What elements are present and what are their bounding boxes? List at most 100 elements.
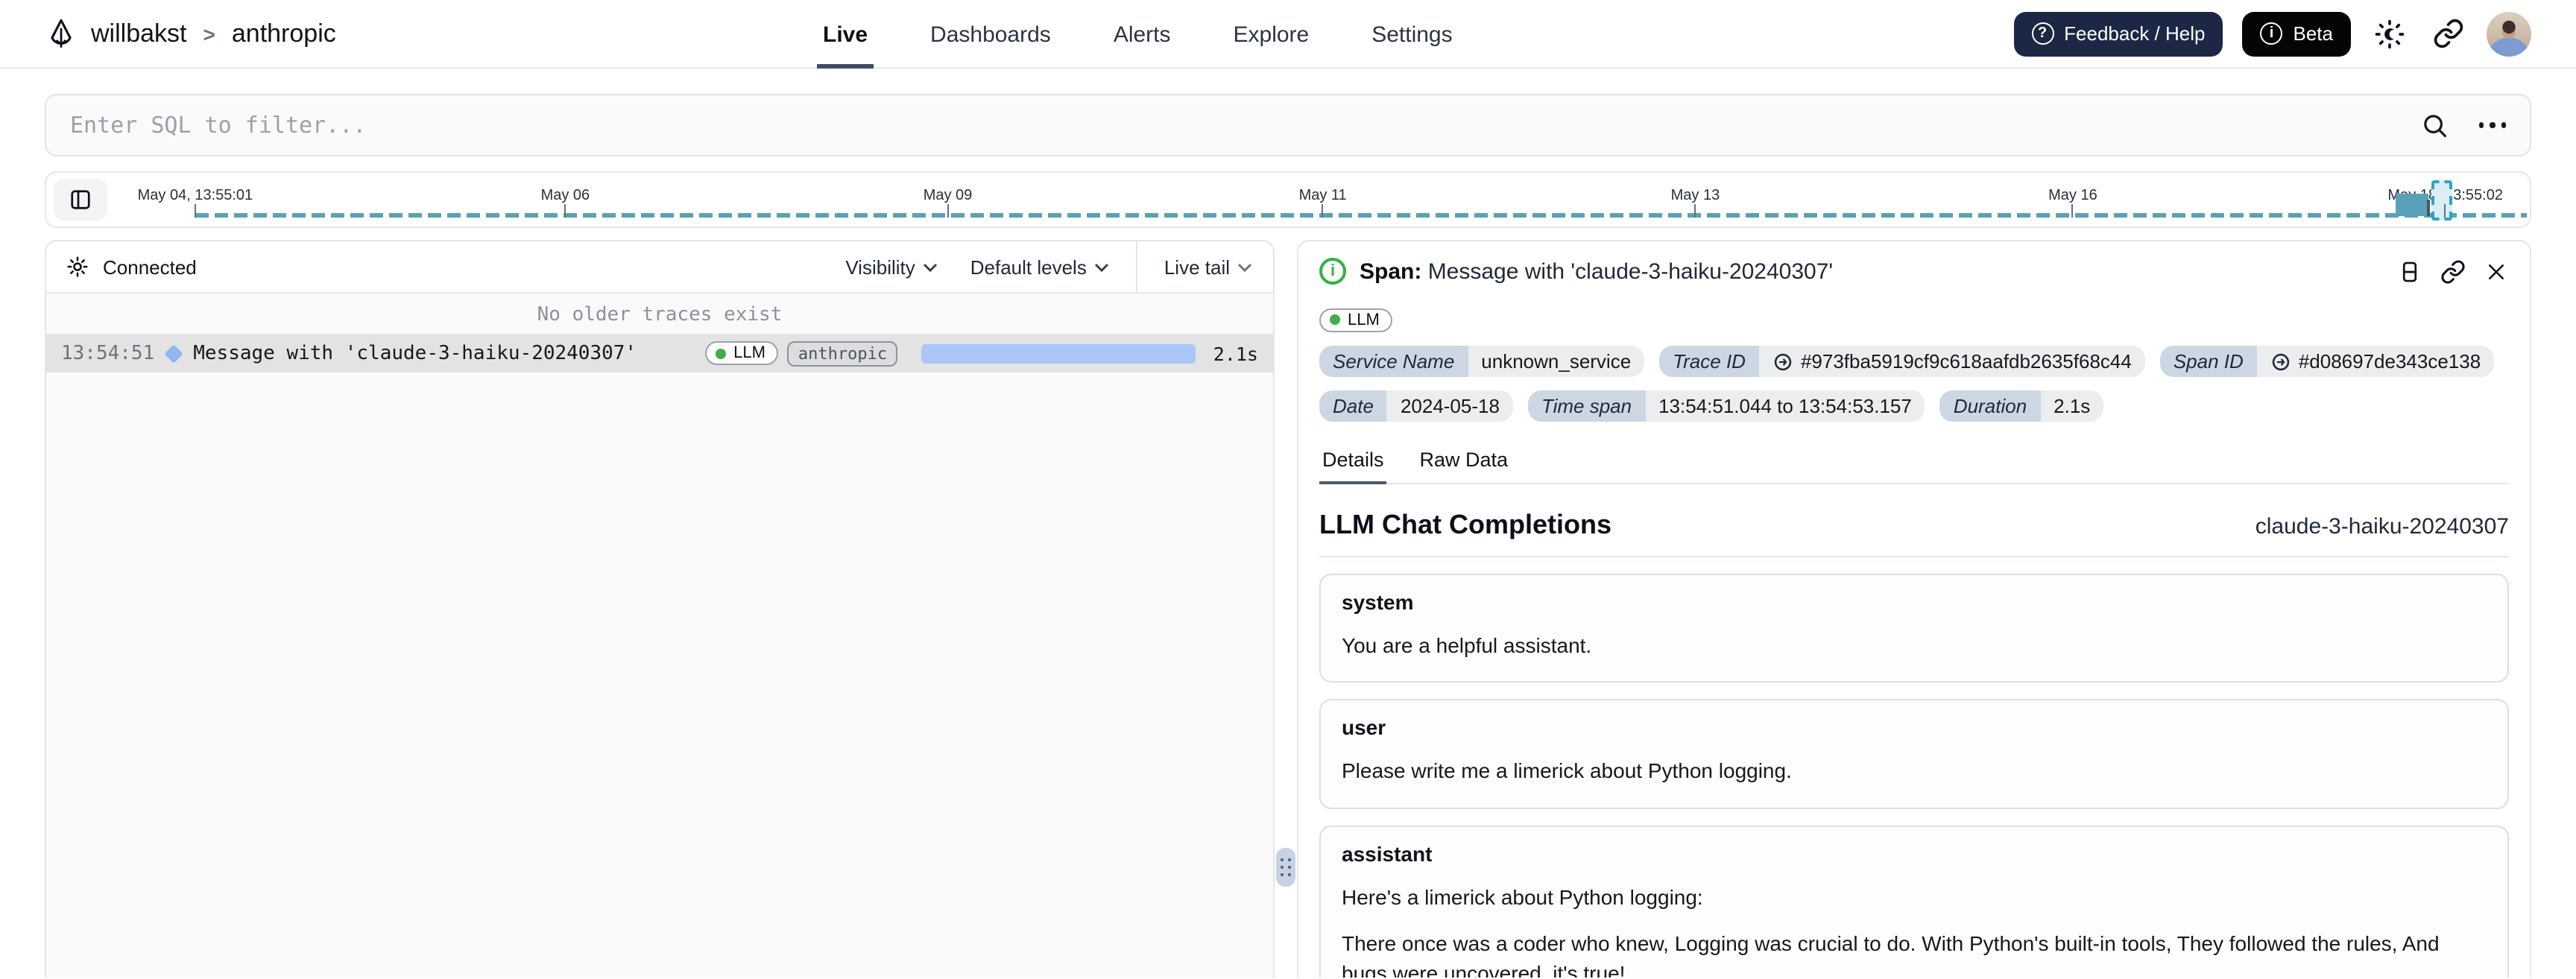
message-content: You are a helpful assistant. (1342, 633, 1592, 657)
theme-toggle-icon[interactable] (2370, 14, 2409, 53)
tick-label: May 16 (2048, 188, 2097, 204)
timeline-histogram-bar (2396, 194, 2428, 216)
section-title: LLM Chat Completions (1319, 510, 1611, 539)
message-card-user: user Please write me a limerick about Py… (1319, 699, 2509, 809)
duration-chip: Duration 2.1s (1939, 390, 2104, 422)
timeline-current-marker (2426, 200, 2430, 216)
span-link-icon (2272, 352, 2290, 370)
flame-logo-icon (45, 17, 78, 50)
span-title: Span: Message with 'claude-3-haiku-20240… (1360, 259, 1833, 284)
panel-splitter[interactable] (1275, 240, 1297, 978)
timeline[interactable]: May 04, 13:55:01 May 06 May 09 May 11 Ma… (45, 171, 2531, 228)
message-role: system (1342, 590, 1414, 614)
panel-left-icon (71, 190, 90, 209)
timeline-tick: May 06 (541, 188, 590, 204)
llm-badge: LLM (1319, 308, 1393, 332)
sql-filter-input[interactable]: Enter SQL to filter... (45, 94, 2531, 156)
span-detail-panel: i Span: Message with 'claude-3-haiku-202… (1297, 240, 2531, 978)
message-content: Here's a limerick about Python logging: (1342, 884, 1703, 909)
sidebar-toggle-button[interactable] (54, 179, 107, 221)
date-label: Date (1319, 390, 1387, 422)
span-id-value: #d08697de343ce138 (2298, 350, 2481, 373)
span-title-text: Message with 'claude-3-haiku-20240307' (1427, 259, 1834, 284)
breadcrumb[interactable]: willbakst > anthropic (45, 17, 336, 50)
filter-row: Enter SQL to filter... (0, 69, 2576, 156)
section-header: LLM Chat Completions claude-3-haiku-2024… (1319, 510, 2509, 557)
question-icon: ? (2031, 22, 2054, 45)
chevron-down-icon (923, 262, 937, 272)
close-icon[interactable] (2482, 258, 2509, 285)
message-content: There once was a coder who knew, Logging… (1342, 931, 2440, 978)
service-name-value: unknown_service (1468, 346, 1645, 377)
nav-tab-alerts[interactable]: Alerts (1114, 0, 1171, 69)
message-card-assistant: assistant Here's a limerick about Python… (1319, 825, 2509, 978)
time-span-label: Time span (1527, 390, 1646, 422)
feedback-help-label: Feedback / Help (2064, 22, 2206, 45)
nav-tab-dashboards[interactable]: Dashboards (930, 0, 1051, 69)
breadcrumb-project[interactable]: anthropic (232, 19, 336, 48)
beta-button[interactable]: i Beta (2242, 11, 2351, 56)
more-options-icon[interactable] (2478, 117, 2506, 134)
sql-filter-placeholder: Enter SQL to filter... (70, 112, 367, 139)
span-panel-header: i Span: Message with 'claude-3-haiku-202… (1319, 241, 2509, 298)
beta-label: Beta (2293, 22, 2334, 45)
message-content: Please write me a limerick about Python … (1342, 758, 1792, 783)
permalink-icon[interactable] (2439, 258, 2466, 285)
date-value: 2024-05-18 (1386, 390, 1513, 422)
visibility-label: Visibility (845, 256, 915, 278)
trace-list-empty-area (46, 373, 1273, 978)
llm-status-dot (716, 348, 727, 358)
live-tail-dropdown[interactable]: Live tail (1161, 256, 1255, 278)
split-view-icon[interactable] (2396, 258, 2422, 285)
live-tail-label: Live tail (1164, 256, 1230, 278)
user-avatar[interactable] (2487, 11, 2531, 56)
tick-label: May 11 (1298, 188, 1347, 204)
duration-value: 2.1s (2040, 390, 2104, 422)
top-bar-actions: ? Feedback / Help i Beta (2013, 11, 2531, 56)
nav-tab-live[interactable]: Live (816, 0, 874, 69)
span-diamond-icon (163, 343, 183, 363)
default-levels-dropdown[interactable]: Default levels (967, 256, 1112, 278)
breadcrumb-org[interactable]: willbakst (91, 19, 187, 48)
llm-badge-label: LLM (1348, 311, 1380, 329)
feedback-help-button[interactable]: ? Feedback / Help (2013, 11, 2223, 56)
search-icon[interactable] (2416, 106, 2455, 145)
trace-panel-header: Connected Visibility Default levels Live… (46, 241, 1273, 294)
tick-label: May 04, 13:55:01 (137, 188, 253, 204)
trace-id-chip[interactable]: Trace ID #973fba5919cf9c618aafdb2635f68c… (1659, 346, 2145, 377)
top-bar: willbakst > anthropic Live Dashboards Al… (0, 0, 2576, 69)
drag-handle[interactable] (1276, 848, 1295, 887)
nav-tab-settings[interactable]: Settings (1371, 0, 1452, 69)
trace-time: 13:54:51 (61, 342, 155, 364)
trace-id-label: Trace ID (1659, 346, 1759, 377)
span-info-icon: i (1319, 258, 1346, 285)
gear-icon[interactable] (64, 254, 89, 279)
span-tags: LLM (1319, 305, 2509, 332)
duration-bar-track (921, 343, 1196, 363)
service-name-label: Service Name (1319, 346, 1468, 377)
connection-status: Connected (103, 256, 197, 278)
tick-label: May 09 (923, 188, 973, 204)
app-window: willbakst > anthropic Live Dashboards Al… (0, 0, 2576, 979)
trace-row[interactable]: 13:54:51 Message with 'claude-3-haiku-20… (46, 334, 1273, 373)
timeline-selection[interactable] (2431, 180, 2453, 221)
visibility-dropdown[interactable]: Visibility (842, 256, 940, 278)
no-older-traces-message: No older traces exist (537, 304, 783, 326)
date-chip: Date 2024-05-18 (1319, 390, 1513, 422)
llm-badge-label: LLM (733, 344, 765, 362)
tab-raw-data[interactable]: Raw Data (1417, 444, 1512, 483)
info-icon: i (2260, 22, 2283, 45)
span-id-chip[interactable]: Span ID #d08697de343ce138 (2159, 346, 2495, 377)
time-span-value: 13:54:51.044 to 13:54:53.157 (1645, 390, 1925, 422)
timeline-tick: May 11 (1299, 188, 1347, 204)
trace-panel: Connected Visibility Default levels Live… (45, 240, 1275, 978)
duration-label: Duration (1939, 390, 2041, 422)
nav-tab-explore[interactable]: Explore (1234, 0, 1310, 69)
share-link-icon[interactable] (2428, 14, 2467, 53)
timeline-tick: May 13 (1671, 188, 1720, 204)
message-card-system: system You are a helpful assistant. (1319, 574, 2509, 683)
service-name-chip: Service Name unknown_service (1319, 346, 1645, 377)
tab-details[interactable]: Details (1319, 444, 1387, 484)
chevron-down-icon (1094, 262, 1108, 272)
span-id-label: Span ID (2159, 346, 2257, 377)
